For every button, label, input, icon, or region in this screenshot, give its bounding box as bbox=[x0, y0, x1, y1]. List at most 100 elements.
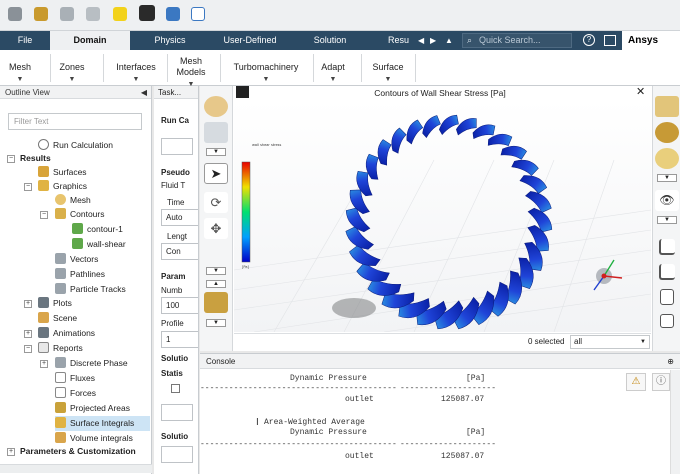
close-icon[interactable]: ✕ bbox=[636, 86, 645, 99]
tree-item-forces[interactable]: Forces bbox=[55, 386, 96, 401]
layout-icon[interactable] bbox=[166, 7, 180, 21]
discrete-phase-icon bbox=[55, 357, 66, 368]
tab-scroll-right-icon[interactable]: ▶ bbox=[430, 31, 436, 50]
display-edges-icon[interactable] bbox=[655, 148, 679, 169]
console-scrollbar[interactable] bbox=[670, 370, 680, 474]
ribbon-surface-button[interactable]: Surface ▼ bbox=[368, 62, 408, 85]
tab-scroll-left-icon[interactable]: ◀ bbox=[418, 31, 424, 50]
visibility-eye-icon[interactable]: 👁 bbox=[655, 190, 679, 211]
expand-animations-icon[interactable]: + bbox=[24, 330, 32, 338]
tree-item-scene[interactable]: Scene bbox=[38, 311, 77, 326]
scale-icon[interactable] bbox=[659, 264, 675, 280]
right-toolbar-scroll-icon-2[interactable]: ▼ bbox=[657, 216, 677, 224]
tree-item-pathlines[interactable]: Pathlines bbox=[55, 267, 105, 282]
tab-results[interactable]: Resu bbox=[388, 31, 418, 50]
task-button[interactable] bbox=[161, 138, 193, 155]
selection-filter-select[interactable]: all ▼ bbox=[570, 335, 650, 349]
statistics-checkbox[interactable] bbox=[171, 384, 180, 393]
console-header: Console ⊕ bbox=[200, 354, 680, 369]
gear-icon[interactable] bbox=[86, 7, 100, 21]
collapse-graphics-icon[interactable]: − bbox=[24, 183, 32, 191]
toolbar-scroll-down-icon[interactable]: ▼ bbox=[206, 148, 226, 156]
tree-item-contours[interactable]: Contours bbox=[55, 207, 105, 222]
tree-item-particle-tracks[interactable]: Particle Tracks bbox=[55, 282, 126, 297]
collapse-panel-icon[interactable]: ◀ bbox=[141, 86, 147, 99]
file-icon[interactable] bbox=[8, 7, 22, 21]
collapse-reports-icon[interactable]: − bbox=[24, 345, 32, 353]
wb-icon[interactable] bbox=[139, 5, 155, 21]
view-fit-icon[interactable] bbox=[204, 122, 228, 143]
ribbon-adapt-button[interactable]: Adapt ▼ bbox=[318, 62, 348, 85]
expand-parameters-icon[interactable]: + bbox=[7, 448, 15, 456]
tree-item-animations[interactable]: Animations bbox=[38, 326, 95, 341]
tree-item-results[interactable]: Results bbox=[20, 151, 51, 166]
tree-item-projected-areas[interactable]: Projected Areas bbox=[55, 401, 130, 416]
ribbon-mesh-models-button[interactable]: Mesh Models ▼ bbox=[172, 56, 210, 90]
maximize-icon[interactable] bbox=[604, 35, 616, 46]
toolbar-scroll-down-icon-2[interactable]: ▼ bbox=[206, 267, 226, 275]
ribbon-zones-button[interactable]: Zones ▼ bbox=[56, 62, 88, 85]
view-orient-icon[interactable] bbox=[204, 96, 228, 117]
display-surfaces-icon[interactable] bbox=[655, 122, 679, 143]
tree-item-reports[interactable]: Reports bbox=[38, 341, 83, 356]
tree-item-surface-integrals[interactable]: Surface Integrals bbox=[55, 416, 150, 431]
outline-scrollbar[interactable] bbox=[0, 464, 152, 473]
tab-physics[interactable]: Physics bbox=[140, 31, 200, 50]
tab-file[interactable]: File bbox=[0, 31, 50, 50]
tree-item-plots[interactable]: Plots bbox=[38, 296, 72, 311]
console-options-icon[interactable]: ⊕ bbox=[667, 354, 674, 369]
display-mesh-icon[interactable] bbox=[655, 96, 679, 117]
toolbar-scroll-up-icon[interactable]: ▲ bbox=[206, 280, 226, 288]
tree-item-vectors[interactable]: Vectors bbox=[55, 252, 98, 267]
length-scale-select[interactable]: Con bbox=[161, 243, 198, 260]
axes-icon[interactable] bbox=[659, 239, 675, 255]
tree-item-discrete-phase[interactable]: Discrete Phase bbox=[55, 356, 128, 371]
menu-bar: File Domain Physics User-Defined Solutio… bbox=[0, 31, 680, 50]
ribbon-mesh-button[interactable]: Mesh ▼ bbox=[4, 62, 36, 85]
record-icon[interactable] bbox=[660, 314, 674, 328]
tree-item-mesh[interactable]: Mesh bbox=[55, 193, 91, 208]
pan-icon[interactable]: ✥ bbox=[204, 218, 228, 239]
contour-scene[interactable]: wall shear stress [Pa] bbox=[234, 100, 651, 332]
time-step-method-select[interactable]: Auto bbox=[161, 209, 198, 226]
task-button-3[interactable] bbox=[161, 446, 193, 463]
lightning-icon[interactable] bbox=[113, 7, 127, 21]
collapse-contours-icon[interactable]: − bbox=[40, 211, 48, 219]
tree-item-fluxes[interactable]: Fluxes bbox=[55, 371, 95, 386]
outline-filter-input[interactable]: Filter Text bbox=[8, 113, 142, 130]
quick-search-input[interactable]: ⌕ Quick Search... bbox=[462, 33, 572, 48]
tab-domain[interactable]: Domain bbox=[50, 31, 130, 50]
mesh-icon[interactable] bbox=[60, 7, 74, 21]
tree-item-surfaces[interactable]: Surfaces bbox=[38, 165, 87, 180]
run-calculation-icon bbox=[38, 139, 49, 150]
window-icon[interactable] bbox=[191, 7, 205, 21]
number-of-iterations-input[interactable]: 100 bbox=[161, 297, 198, 314]
contour-icon bbox=[72, 223, 83, 234]
help-icon[interactable]: ? bbox=[583, 34, 595, 46]
console-output[interactable]: Dynamic Pressure [Pa] ------------------… bbox=[200, 370, 670, 474]
tree-item-parameters-customization[interactable]: Parameters & Customization bbox=[20, 444, 136, 459]
toolbar-scroll-down-icon-3[interactable]: ▼ bbox=[206, 319, 226, 327]
ribbon-interfaces-button[interactable]: Interfaces ▼ bbox=[108, 62, 164, 85]
tab-solution[interactable]: Solution bbox=[300, 31, 360, 50]
surface-integrals-icon bbox=[55, 417, 66, 428]
select-pointer-icon[interactable]: ➤ bbox=[204, 163, 228, 184]
ribbon-turbomachinery-button[interactable]: Turbomachinery ▼ bbox=[228, 62, 304, 85]
tab-user-defined[interactable]: User-Defined bbox=[212, 31, 288, 50]
right-toolbar-scroll-icon[interactable]: ▼ bbox=[657, 174, 677, 182]
console-line: outlet bbox=[345, 452, 374, 461]
expand-plots-icon[interactable]: + bbox=[24, 300, 32, 308]
copy-image-icon[interactable] bbox=[660, 289, 674, 305]
tree-item-wall-shear[interactable]: wall-shear bbox=[72, 237, 126, 252]
expand-discrete-phase-icon[interactable]: + bbox=[40, 360, 48, 368]
ansys-logo: Ansys bbox=[622, 31, 680, 50]
tree-item-contour-1[interactable]: contour-1 bbox=[72, 222, 123, 237]
tree-item-graphics[interactable]: Graphics bbox=[38, 179, 87, 194]
tab-collapse-icon[interactable]: ▲ bbox=[445, 31, 453, 50]
workbench-icon[interactable] bbox=[34, 7, 48, 21]
task-button-2[interactable] bbox=[161, 404, 193, 421]
rotate-icon[interactable]: ⟳ bbox=[204, 192, 228, 213]
profile-update-input[interactable]: 1 bbox=[161, 331, 198, 348]
draw-icon[interactable] bbox=[204, 292, 228, 313]
collapse-results-icon[interactable]: − bbox=[7, 155, 15, 163]
